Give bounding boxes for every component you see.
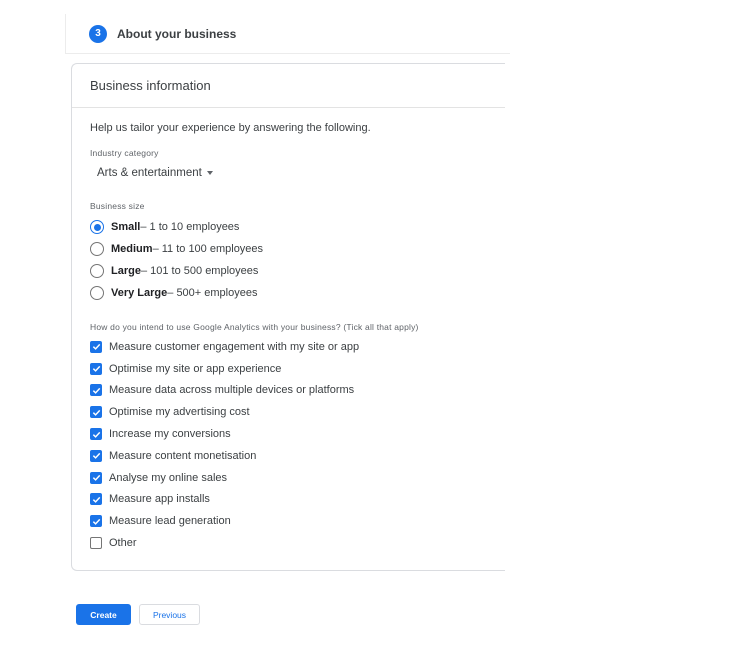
intent-option[interactable]: Optimise my advertising cost bbox=[90, 401, 505, 423]
intent-option-label: Optimise my advertising cost bbox=[109, 406, 250, 419]
step-number-badge: 3 bbox=[89, 24, 107, 43]
business-size-detail: – 1 to 10 employees bbox=[140, 221, 240, 233]
intent-option[interactable]: Measure app installs bbox=[90, 489, 505, 511]
checkbox[interactable] bbox=[90, 340, 102, 353]
checkbox[interactable] bbox=[90, 384, 102, 397]
checkbox[interactable] bbox=[90, 471, 102, 484]
business-size-option[interactable]: Very Large – 500+ employees bbox=[90, 282, 505, 304]
intent-option[interactable]: Measure customer engagement with my site… bbox=[90, 336, 505, 358]
intent-option-label: Increase my conversions bbox=[109, 428, 231, 441]
intent-option-label: Optimise my site or app experience bbox=[109, 362, 282, 375]
business-size-radio-group: Small – 1 to 10 employees Medium – 11 to … bbox=[90, 216, 505, 304]
checkmark-icon bbox=[92, 387, 100, 394]
industry-category-label: Industry category bbox=[90, 148, 159, 158]
intent-option-label: Measure customer engagement with my site… bbox=[109, 340, 360, 353]
business-information-card: Business information Help us tailor your… bbox=[71, 63, 505, 571]
industry-category-dropdown[interactable]: Arts & entertainment bbox=[97, 167, 213, 179]
intent-option[interactable]: Analyse my online sales bbox=[90, 467, 505, 489]
checkbox[interactable] bbox=[90, 406, 102, 419]
intent-option[interactable]: Optimise my site or app experience bbox=[90, 358, 505, 380]
step-title: About your business bbox=[117, 26, 237, 41]
business-size-name: Medium bbox=[111, 243, 153, 255]
step-header: 3 About your business bbox=[65, 14, 510, 54]
radio-button[interactable] bbox=[90, 264, 104, 278]
intent-option-label: Measure app installs bbox=[109, 493, 210, 506]
industry-category-value: Arts & entertainment bbox=[97, 167, 202, 179]
intent-option-label: Measure lead generation bbox=[109, 515, 231, 528]
business-size-option[interactable]: Medium – 11 to 100 employees bbox=[90, 238, 505, 260]
page: 3 About your business Business informati… bbox=[0, 0, 750, 653]
card-title: Business information bbox=[72, 64, 505, 108]
checkmark-icon bbox=[92, 475, 100, 482]
checkbox[interactable] bbox=[90, 362, 102, 375]
radio-button[interactable] bbox=[90, 242, 104, 256]
checkbox[interactable] bbox=[90, 428, 102, 441]
business-size-label: Business size bbox=[90, 201, 145, 211]
business-size-detail: – 101 to 500 employees bbox=[140, 265, 259, 277]
intent-option-label: Measure content monetisation bbox=[109, 449, 257, 462]
intent-option[interactable]: Measure lead generation bbox=[90, 510, 505, 532]
business-size-name: Large bbox=[111, 265, 141, 277]
intent-option[interactable]: Increase my conversions bbox=[90, 423, 505, 445]
checkbox[interactable] bbox=[90, 537, 102, 550]
checkbox[interactable] bbox=[90, 493, 102, 506]
business-size-detail: – 11 to 100 employees bbox=[152, 243, 264, 255]
checkmark-icon bbox=[92, 409, 100, 416]
intent-option[interactable]: Measure content monetisation bbox=[90, 445, 505, 467]
business-size-detail: – 500+ employees bbox=[167, 287, 258, 299]
create-button[interactable]: Create bbox=[76, 604, 131, 625]
checkbox[interactable] bbox=[90, 449, 102, 462]
radio-button[interactable] bbox=[90, 220, 104, 234]
card-body: Help us tailor your experience by answer… bbox=[72, 108, 505, 554]
intent-option[interactable]: Measure data across multiple devices or … bbox=[90, 380, 505, 402]
intent-question-label: How do you intend to use Google Analytic… bbox=[90, 322, 419, 332]
intent-option-label: Other bbox=[109, 537, 137, 550]
checkmark-icon bbox=[92, 431, 100, 438]
intent-option-label: Analyse my online sales bbox=[109, 471, 228, 484]
checkmark-icon bbox=[92, 496, 100, 503]
radio-button[interactable] bbox=[90, 286, 104, 300]
business-size-name: Very Large bbox=[111, 287, 168, 299]
caret-down-icon bbox=[206, 171, 213, 175]
intro-text: Help us tailor your experience by answer… bbox=[90, 122, 371, 134]
checkmark-icon bbox=[92, 453, 100, 460]
business-size-option[interactable]: Small – 1 to 10 employees bbox=[90, 216, 505, 238]
intent-option-label: Measure data across multiple devices or … bbox=[109, 384, 355, 397]
business-size-name: Small bbox=[111, 221, 141, 233]
checkbox[interactable] bbox=[90, 515, 102, 528]
checkmark-icon bbox=[92, 344, 100, 351]
business-size-option[interactable]: Large – 101 to 500 employees bbox=[90, 260, 505, 282]
intent-checkbox-group: Measure customer engagement with my site… bbox=[90, 336, 505, 554]
previous-button[interactable]: Previous bbox=[139, 604, 200, 625]
intent-option[interactable]: Other bbox=[90, 532, 505, 554]
checkmark-icon bbox=[92, 518, 100, 525]
checkmark-icon bbox=[92, 366, 100, 373]
